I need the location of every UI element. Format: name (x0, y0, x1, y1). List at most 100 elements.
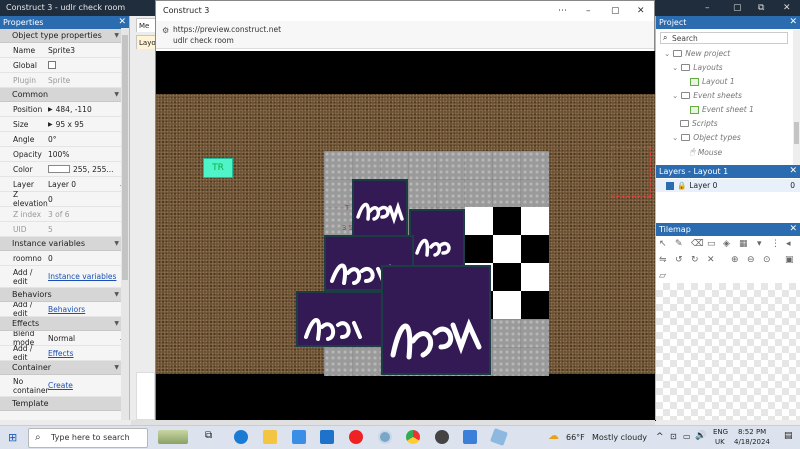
layer-visible-checkbox[interactable] (666, 181, 674, 190)
zoom-in-icon[interactable]: ⊕ (731, 255, 739, 265)
behaviors-link[interactable]: Behaviors (48, 305, 85, 314)
blend-mode-select[interactable]: Normal (48, 334, 75, 343)
file-explorer-icon[interactable] (263, 430, 277, 444)
tree-item-event-sheet-1[interactable]: Event sheet 1 (690, 105, 754, 114)
angle-input[interactable]: 0° (48, 135, 129, 144)
task-view-icon[interactable]: ⧉ (205, 430, 219, 444)
room-sprite[interactable] (296, 291, 386, 347)
dropdown-icon[interactable]: ▾ (757, 239, 762, 249)
room-sprite[interactable] (352, 179, 408, 237)
arrow-left-icon[interactable]: ◂ (786, 239, 791, 249)
tr-marker[interactable]: TR (203, 158, 233, 178)
language-bottom[interactable]: UK (715, 438, 725, 446)
weather-text[interactable]: Mostly cloudy (592, 433, 647, 442)
lock-icon[interactable]: 🔒 (677, 181, 686, 190)
section-common[interactable]: Common ▼ (0, 88, 129, 102)
close-panel-icon[interactable]: ✕ (789, 16, 797, 29)
volume-icon[interactable]: 🔊 (695, 431, 706, 441)
create-link[interactable]: Create (48, 381, 73, 390)
minimize-icon[interactable]: – (705, 0, 710, 16)
tree-item-event-sheets[interactable]: ⌄ Event sheets (672, 91, 742, 100)
rotate-cw-icon[interactable]: ↻ (691, 255, 699, 265)
position-input[interactable]: 484, -110 (56, 105, 92, 114)
taskbar-search[interactable]: ⌕ Type here to search (28, 428, 148, 448)
roomno-input[interactable]: 0 (48, 254, 129, 263)
rotate-ccw-icon[interactable]: ↺ (675, 255, 683, 265)
prop-position[interactable]: Position ▶ 484, -110 (0, 102, 129, 117)
taskbar-search-input[interactable]: Type here to search (51, 433, 130, 442)
expand-arrow-icon[interactable]: ▶ (48, 121, 53, 128)
section-effects[interactable]: Effects ▼ (0, 317, 129, 331)
language-top[interactable]: ENG (713, 428, 728, 436)
eraser-tool-icon[interactable]: ⌫ (691, 239, 704, 249)
mail-icon[interactable] (320, 430, 334, 444)
site-settings-icon[interactable]: ⚙ (162, 26, 169, 35)
restore-icon[interactable]: ▢ (733, 0, 742, 16)
more-options-icon[interactable]: ⋯ (558, 1, 567, 21)
opera-icon[interactable] (349, 430, 363, 444)
project-search-input[interactable]: Search (672, 34, 698, 43)
weather-temp[interactable]: 66°F (566, 433, 585, 442)
minimize-icon[interactable]: – (586, 1, 591, 21)
name-input[interactable]: Sprite3 (48, 46, 129, 55)
folder-icon[interactable]: ▱ (659, 271, 666, 281)
reset-icon[interactable]: ✕ (707, 255, 715, 265)
tab-layout[interactable]: Layo (136, 35, 156, 49)
clock-time[interactable]: 8:52 PM (738, 428, 766, 436)
effects-link[interactable]: Effects (48, 349, 74, 358)
mirror-icon[interactable]: ⇋ (659, 255, 667, 265)
tree-item-object-types[interactable]: ⌄ Object types (672, 133, 741, 142)
prop-roomno[interactable]: roomno 0 (0, 251, 129, 266)
close-icon[interactable]: ✕ (783, 0, 791, 16)
tab-menu[interactable]: Me (136, 18, 156, 32)
overflow-icon[interactable]: ⋮ (771, 239, 780, 249)
layer-select[interactable]: Layer 0 (48, 180, 76, 189)
close-icon[interactable]: ✕ (637, 1, 645, 21)
rectangle-tool-icon[interactable]: ▭ (707, 239, 716, 249)
pencil-tool-icon[interactable]: ✎ (675, 239, 683, 249)
color-swatch[interactable] (48, 165, 70, 173)
close-panel-icon[interactable]: ✕ (789, 223, 797, 236)
tree-item-mouse[interactable]: 🖱 Mouse (690, 147, 722, 157)
prop-global[interactable]: Global (0, 58, 129, 73)
expand-arrow-icon[interactable]: ▶ (48, 106, 53, 113)
network-icon[interactable]: ⊡ (670, 432, 677, 441)
zelevation-input[interactable]: 0 (48, 195, 129, 204)
close-panel-icon[interactable]: ✕ (789, 165, 797, 178)
section-behaviors[interactable]: Behaviors ▼ (0, 288, 129, 302)
tile-select-icon[interactable]: ▦ (739, 239, 748, 249)
prop-name[interactable]: Name Sprite3 (0, 43, 129, 58)
room-sprite-selected[interactable] (381, 265, 491, 375)
zoom-out-icon[interactable]: ⊖ (747, 255, 755, 265)
prop-angle[interactable]: Angle 0° (0, 132, 129, 147)
opacity-input[interactable]: 100% (48, 150, 129, 159)
layer-row[interactable]: 🔒 Layer 0 0 (656, 179, 800, 192)
size-input[interactable]: 95 x 95 (56, 120, 84, 129)
video-editor-icon[interactable] (463, 430, 477, 444)
fill-tool-icon[interactable]: ◈ (723, 239, 730, 249)
tileset-preview[interactable] (656, 283, 800, 420)
store-icon[interactable] (292, 430, 306, 444)
chevron-up-icon[interactable]: ^ (656, 432, 664, 442)
clock-date[interactable]: 4/18/2024 (734, 438, 770, 446)
prop-color[interactable]: Color 255, 255... (0, 162, 129, 177)
edge-icon[interactable] (234, 430, 248, 444)
battery-icon[interactable]: ▭ (683, 432, 691, 441)
section-container[interactable]: Container ▼ (0, 361, 129, 375)
tree-item-layouts[interactable]: ⌄ Layouts (672, 63, 723, 72)
game-canvas[interactable]: T 3 5 TR (156, 51, 656, 421)
url-text[interactable]: https://preview.construct.net (173, 25, 281, 34)
notifications-icon[interactable]: ▤ (784, 431, 793, 441)
section-instance-variables[interactable]: Instance variables ▼ (0, 237, 129, 251)
save-icon[interactable]: ▣ (785, 255, 794, 265)
chrome-icon[interactable] (406, 430, 420, 444)
room-sprite[interactable] (409, 209, 465, 269)
tree-item-project[interactable]: ⌄ New project (664, 49, 730, 58)
prop-size[interactable]: Size ▶ 95 x 95 (0, 117, 129, 132)
weather-icon[interactable]: ☁ (548, 429, 559, 442)
section-template[interactable]: Template (0, 397, 129, 411)
prop-zelevation[interactable]: Z elevation 0 (0, 190, 129, 208)
construct-icon[interactable] (378, 430, 392, 444)
paint-icon[interactable] (490, 428, 508, 446)
windows-start-icon[interactable]: ⊞ (8, 431, 17, 444)
